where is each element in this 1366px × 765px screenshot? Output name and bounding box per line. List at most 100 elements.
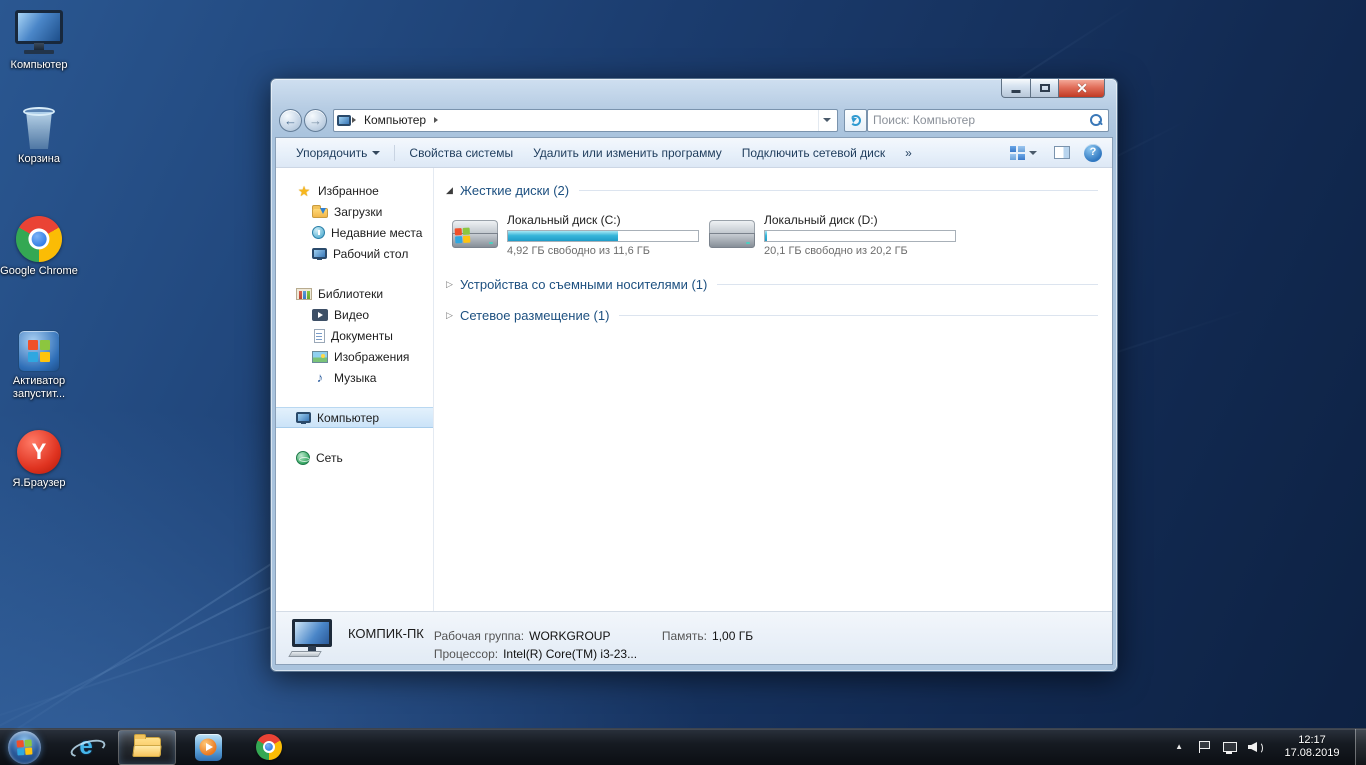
action-center-flag-icon[interactable] xyxy=(1195,739,1213,755)
desktop-icon-computer[interactable]: Компьютер xyxy=(0,6,78,72)
desktop-icon xyxy=(312,248,327,260)
sidebar-item-libraries[interactable]: Библиотеки xyxy=(276,283,433,304)
views-button[interactable] xyxy=(1005,143,1042,163)
computer-crumb-icon xyxy=(337,114,351,126)
address-bar[interactable]: Компьютер xyxy=(333,108,838,132)
desktop-icon-yandex-browser[interactable]: Y Я.Браузер xyxy=(0,424,78,490)
refresh-button[interactable] xyxy=(844,108,867,132)
taskbar-item-explorer[interactable] xyxy=(118,729,176,765)
preview-pane-icon xyxy=(1054,146,1070,159)
system-properties-button[interactable]: Свойства системы xyxy=(399,142,523,164)
minimize-icon xyxy=(1011,90,1021,93)
capacity-bar xyxy=(507,230,699,242)
sidebar-item-music[interactable]: ♪ Музыка xyxy=(276,367,433,388)
memory-value: 1,00 ГБ xyxy=(712,629,754,643)
chevron-down-icon xyxy=(372,150,381,155)
videos-icon xyxy=(312,308,328,321)
expand-arrow-icon[interactable]: ▷ xyxy=(446,310,460,320)
group-header-removable-devices[interactable]: ▷ Устройства со съемными носителями (1) xyxy=(446,274,1098,294)
address-row: ← → Компьютер xyxy=(275,107,1113,137)
computer-details-icon xyxy=(288,617,338,659)
search-icon[interactable] xyxy=(1090,113,1103,127)
drive-item-d[interactable]: Локальный диск (D:) 20,1 ГБ свободно из … xyxy=(709,213,966,257)
internet-explorer-icon: e xyxy=(72,733,100,761)
capacity-bar-fill xyxy=(508,231,619,241)
clock-date: 17.08.2019 xyxy=(1284,747,1340,759)
sidebar-item-label: Загрузки xyxy=(334,204,383,219)
search-input[interactable] xyxy=(873,113,1090,127)
workgroup-value: WORKGROUP xyxy=(529,629,611,643)
sidebar-item-pictures[interactable]: Изображения xyxy=(276,346,433,367)
toolbar-separator xyxy=(394,144,396,161)
caption-buttons xyxy=(1001,79,1105,98)
downloads-icon xyxy=(312,205,328,218)
taskbar-clock[interactable]: 12:17 17.08.2019 xyxy=(1275,734,1349,760)
help-button[interactable]: ? xyxy=(1084,143,1102,162)
libraries-icon xyxy=(296,287,312,300)
sidebar-item-label: Рабочий стол xyxy=(333,246,409,261)
start-button[interactable] xyxy=(8,730,41,764)
title-bar[interactable] xyxy=(275,79,1113,107)
sidebar-item-label: Изображения xyxy=(334,349,410,364)
volume-icon[interactable] xyxy=(1247,739,1265,755)
sidebar-item-documents[interactable]: Документы xyxy=(276,325,433,346)
organize-button[interactable]: Упорядочить xyxy=(286,142,390,164)
desktop-icon-label: Активатор запустит... xyxy=(12,375,66,400)
sidebar-item-label: Компьютер xyxy=(317,410,380,425)
window-body: Упорядочить Свойства системы Удалить или… xyxy=(275,137,1113,665)
maximize-button[interactable] xyxy=(1031,79,1059,98)
desktop-icon-recycle-bin[interactable]: Корзина xyxy=(0,100,78,166)
media-player-icon xyxy=(194,733,222,761)
breadcrumb-item[interactable]: Компьютер xyxy=(357,113,433,127)
show-hidden-icons-button[interactable]: ▲ xyxy=(1167,743,1191,751)
search-box xyxy=(867,108,1109,132)
taskbar-item-chrome[interactable] xyxy=(240,730,298,765)
clock-time: 12:17 xyxy=(1298,734,1326,746)
network-status-icon[interactable] xyxy=(1221,739,1239,755)
group-header-hard-disks[interactable]: ◢ Жесткие диски (2) xyxy=(446,180,1098,200)
show-desktop-button[interactable] xyxy=(1355,729,1366,765)
breadcrumb-separator-icon xyxy=(352,117,356,123)
minimize-button[interactable] xyxy=(1001,79,1031,98)
sidebar-item-label: Документы xyxy=(331,328,393,343)
sidebar-item-network[interactable]: Сеть xyxy=(276,447,433,468)
taskbar-item-internet-explorer[interactable]: e xyxy=(57,730,115,765)
group-rule xyxy=(619,314,1098,316)
network-icon xyxy=(296,450,310,465)
capacity-bar xyxy=(764,230,956,242)
drive-name: Локальный диск (C:) xyxy=(507,213,621,227)
sidebar-item-downloads[interactable]: Загрузки xyxy=(276,201,433,222)
command-toolbar: Упорядочить Свойства системы Удалить или… xyxy=(276,138,1112,168)
breadcrumb-separator-icon xyxy=(434,117,439,123)
system-properties-label: Свойства системы xyxy=(409,145,514,160)
chevron-down-icon xyxy=(822,118,831,122)
chevron-down-icon xyxy=(1029,150,1037,155)
desktop-icon-activator[interactable]: Активатор запустит... xyxy=(0,322,78,401)
taskbar-item-media-player[interactable] xyxy=(179,730,237,765)
sidebar-item-computer[interactable]: Компьютер xyxy=(276,407,433,428)
expand-arrow-icon[interactable]: ▷ xyxy=(446,279,460,289)
sidebar-item-favorites[interactable]: ★ Избранное xyxy=(276,180,433,201)
preview-pane-button[interactable] xyxy=(1050,143,1074,163)
collapse-arrow-icon[interactable]: ◢ xyxy=(446,185,460,195)
toolbar-overflow-button[interactable]: » xyxy=(895,142,922,164)
forward-button[interactable]: → xyxy=(304,108,327,132)
sidebar-item-videos[interactable]: Видео xyxy=(276,304,433,325)
group-label: Сетевое размещение (1) xyxy=(460,307,610,323)
computer-icon xyxy=(0,6,78,56)
maximize-icon xyxy=(1039,84,1050,92)
back-button[interactable]: ← xyxy=(279,108,302,132)
sidebar-item-desktop[interactable]: Рабочий стол xyxy=(276,243,433,264)
map-network-drive-button[interactable]: Подключить сетевой диск xyxy=(732,142,895,164)
processor-label: Процессор: xyxy=(433,647,499,661)
chrome-icon xyxy=(256,734,282,760)
sidebar-item-label: Библиотеки xyxy=(318,286,384,301)
desktop: { "glyphs": { "star": "★", "music_note":… xyxy=(0,0,1366,765)
address-dropdown-button[interactable] xyxy=(818,109,834,131)
drive-item-c[interactable]: Локальный диск (C:) 4,92 ГБ свободно из … xyxy=(452,213,709,257)
desktop-icon-google-chrome[interactable]: Google Chrome xyxy=(0,212,78,278)
uninstall-program-button[interactable]: Удалить или изменить программу xyxy=(523,142,732,164)
sidebar-item-recent-places[interactable]: Недавние места xyxy=(276,222,433,243)
close-button[interactable] xyxy=(1059,79,1105,98)
group-header-network-location[interactable]: ▷ Сетевое размещение (1) xyxy=(446,305,1098,325)
